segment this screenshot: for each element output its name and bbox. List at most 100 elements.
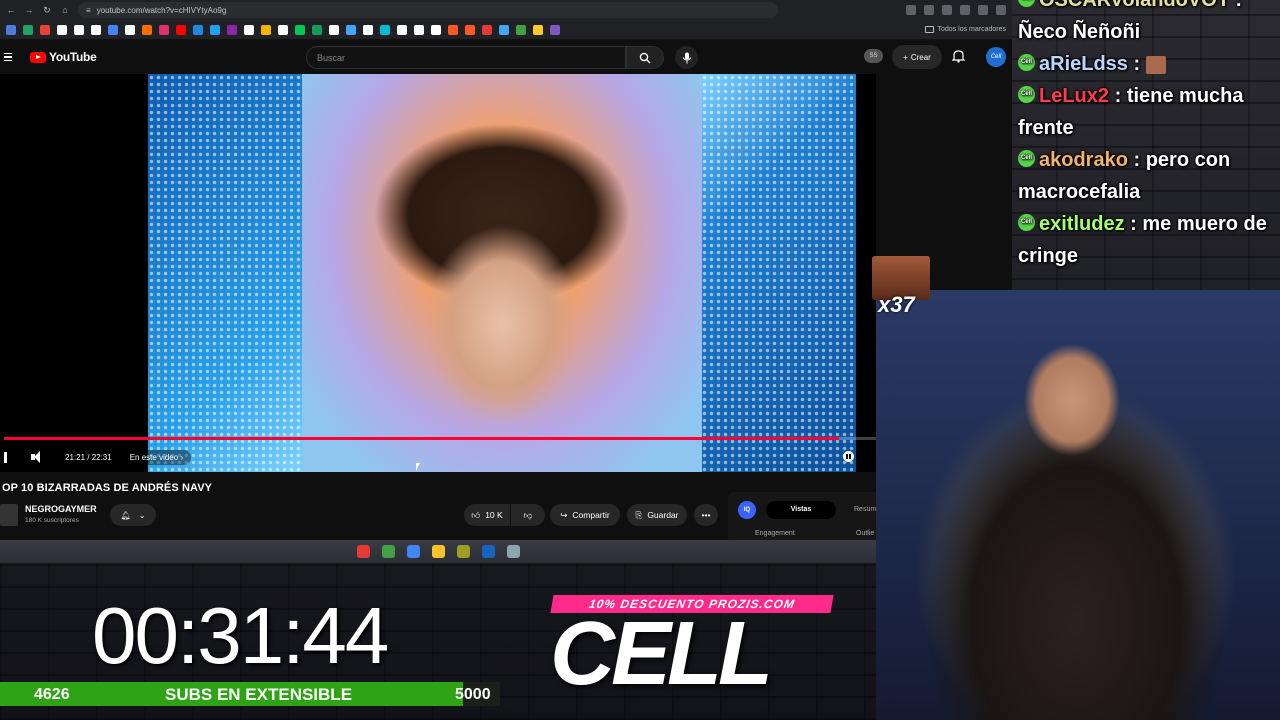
chapter-button[interactable]: En este video › (121, 449, 192, 465)
thumbs-up-icon: 👍︎ (471, 509, 481, 520)
taskbar-app-icon[interactable] (356, 545, 370, 558)
bookmark-icon[interactable] (431, 24, 441, 35)
bookmark-icon[interactable] (91, 24, 101, 35)
dislike-button[interactable]: 👎︎ (511, 504, 545, 526)
chat-separator: : (1124, 213, 1143, 235)
site-info-icon[interactable]: ≡ (86, 6, 91, 15)
bookmark-icon[interactable] (125, 24, 135, 35)
taskbar-app-icon[interactable] (456, 545, 470, 558)
taskbar-app-icon[interactable] (506, 545, 520, 558)
forward-icon[interactable]: → (24, 5, 34, 15)
search-input[interactable]: Buscar (306, 46, 626, 69)
taskbar-app-icon[interactable] (381, 545, 395, 558)
voice-search-button[interactable] (675, 46, 698, 69)
address-row: ← → ↻ ⌂ ≡ youtube.com/watch?v=cHIVYtyAo9… (0, 0, 1012, 20)
play-pause-icon[interactable] (4, 451, 7, 463)
bookmark-icon[interactable] (533, 24, 543, 35)
chat-username[interactable]: OSCARvolandoVOY (1039, 0, 1230, 11)
chat-username[interactable]: LeLux2 (1039, 85, 1109, 107)
notifications-button[interactable] (951, 49, 966, 68)
microphone-icon (682, 52, 691, 63)
all-bookmarks-folder[interactable]: Todos los marcadores (924, 26, 1006, 33)
taskbar-app-icon[interactable] (481, 545, 495, 558)
video-frame-portrait (302, 74, 702, 472)
bookmark-icon[interactable] (380, 24, 390, 35)
subscription-button[interactable]: 🔔︎ ⌄ (110, 504, 156, 526)
tab-resumen[interactable]: Resum (854, 501, 876, 519)
save-button[interactable]: ⎘ Guardar (627, 504, 687, 526)
autoplay-toggle-icon[interactable] (843, 451, 854, 462)
account-avatar[interactable]: Cell (986, 47, 1006, 67)
volume-icon[interactable] (31, 451, 45, 463)
channel-avatar[interactable] (0, 504, 18, 526)
video-player[interactable]: 21:21 / 22:31 En este video › (0, 74, 876, 472)
share-label: Compartir (572, 510, 610, 520)
bookmark-icon[interactable] (261, 24, 271, 35)
bookmark-icon[interactable] (57, 24, 67, 35)
progress-bar[interactable] (4, 437, 876, 440)
chat-username[interactable]: akodrako (1039, 149, 1128, 171)
profile-icon[interactable] (996, 5, 1006, 15)
bookmark-icon[interactable] (312, 24, 322, 35)
ss-badge[interactable]: SS (864, 49, 883, 63)
bookmark-icon[interactable] (295, 24, 305, 35)
extension-icon[interactable] (960, 5, 970, 15)
bookmark-icon[interactable] (210, 24, 220, 35)
progress-bar-fill (4, 437, 839, 440)
bookmark-icon[interactable] (40, 24, 50, 35)
search-icon (639, 52, 651, 63)
create-button[interactable]: + Crear (892, 45, 942, 69)
search-button[interactable] (626, 46, 664, 69)
bookmark-icon[interactable] (516, 24, 526, 35)
bookmark-icon[interactable] (465, 24, 475, 35)
puzzle-icon[interactable] (978, 5, 988, 15)
bookmark-icon[interactable] (142, 24, 152, 35)
bookmark-icon[interactable] (397, 24, 407, 35)
home-icon[interactable]: ⌂ (60, 5, 70, 15)
chat-username[interactable]: aRieLdss (1039, 53, 1128, 75)
chat-separator: : (1127, 149, 1146, 171)
bookmark-icon[interactable] (414, 24, 424, 35)
reload-icon[interactable]: ↻ (42, 5, 52, 16)
mouse-cursor-icon (416, 463, 424, 471)
bookmark-icon[interactable] (227, 24, 237, 35)
bookmark-icon[interactable] (363, 24, 373, 35)
share-icon[interactable] (924, 5, 934, 15)
bookmark-icon[interactable] (108, 24, 118, 35)
channel-name[interactable]: NEGROGAYMER (25, 504, 97, 514)
bookmark-icon[interactable] (159, 24, 169, 35)
chat-badge-icon: Cell (1018, 150, 1035, 168)
bookmark-icon[interactable] (482, 24, 492, 35)
bookmark-icon[interactable] (23, 24, 33, 35)
taskbar-app-icon[interactable] (431, 545, 445, 558)
hamburger-menu-icon[interactable] (4, 52, 18, 62)
outlier-label: Outlie (856, 530, 875, 537)
share-button[interactable]: ↪ Compartir (550, 504, 620, 526)
zoom-icon[interactable] (906, 5, 916, 15)
bookmark-icon[interactable] (448, 24, 458, 35)
tab-vistas[interactable]: Vistas (766, 501, 836, 519)
bookmark-icon[interactable] (346, 24, 356, 35)
star-icon[interactable] (942, 5, 952, 15)
bookmark-icon[interactable] (74, 24, 84, 35)
chat-badge-icon: Cell (1018, 0, 1035, 8)
bookmark-icon[interactable] (176, 24, 186, 35)
video-title: OP 10 BIZARRADAS DE ANDRÉS NAVY (2, 482, 213, 494)
iq-badge[interactable]: IQ (738, 501, 756, 519)
bookmark-icon[interactable] (244, 24, 254, 35)
youtube-logo[interactable]: YouTube (30, 50, 97, 64)
taskbar-app-icon[interactable] (406, 545, 420, 558)
back-icon[interactable]: ← (6, 5, 16, 15)
like-button[interactable]: 👍︎ 10 K (464, 504, 510, 526)
chat-badge-icon: Cell (1018, 54, 1035, 72)
bookmark-icon[interactable] (278, 24, 288, 35)
bookmark-icon[interactable] (499, 24, 509, 35)
engagement-label: Engagement (755, 530, 795, 537)
bookmark-icon[interactable] (329, 24, 339, 35)
bookmark-icon[interactable] (550, 24, 560, 35)
bookmark-icon[interactable] (193, 24, 203, 35)
chat-username[interactable]: exitludez (1039, 213, 1125, 235)
url-bar[interactable]: ≡ youtube.com/watch?v=cHIVYtyAo9g (78, 2, 778, 18)
bookmark-icon[interactable] (6, 24, 16, 35)
more-actions-button[interactable]: ••• (694, 504, 718, 526)
